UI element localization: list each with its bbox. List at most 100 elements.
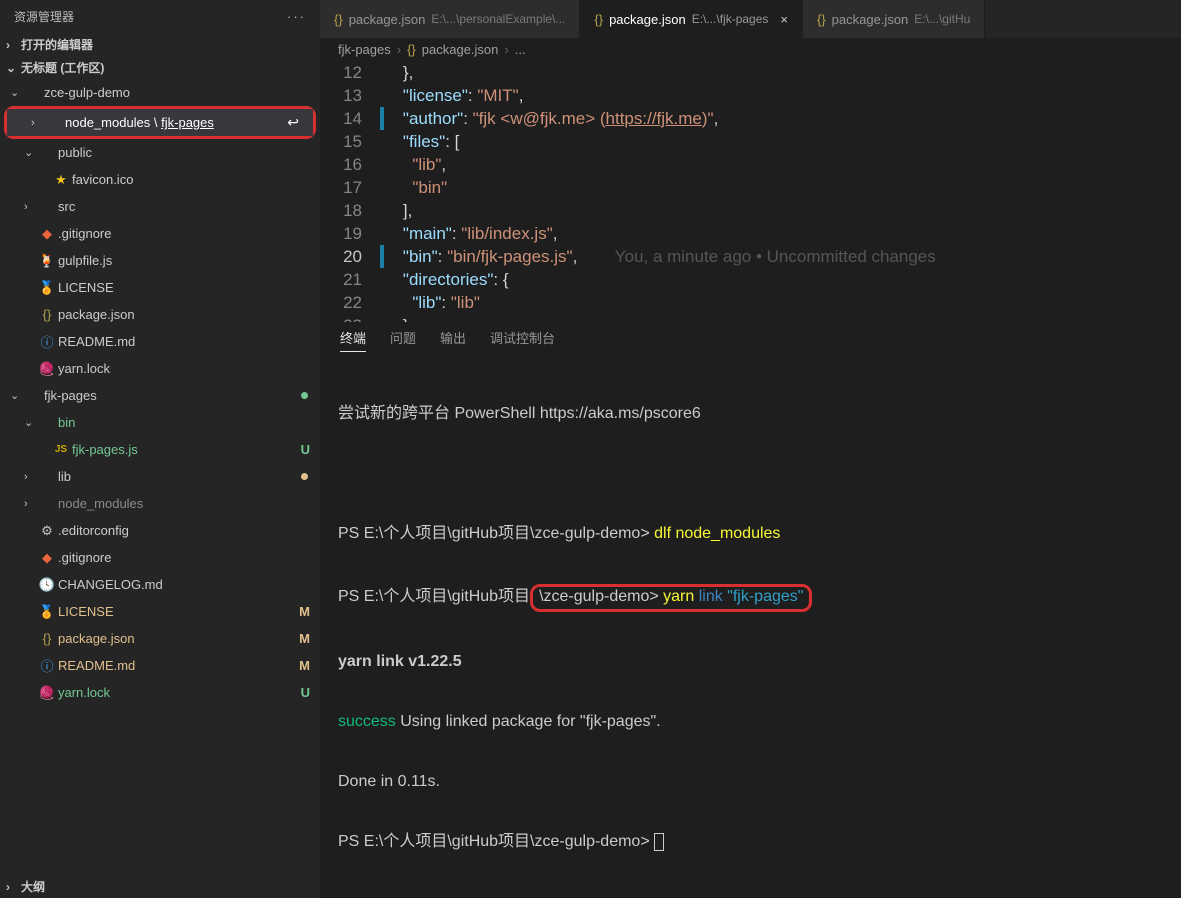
- file-item[interactable]: 🏅LICENSEM: [0, 598, 320, 625]
- panel-tab[interactable]: 终端: [340, 328, 366, 352]
- breadcrumb-file: package.json: [422, 42, 499, 57]
- terminal[interactable]: 尝试新的跨平台 PowerShell https://aka.ms/pscore…: [320, 358, 1181, 898]
- file-tree: ⌄ zce-gulp-demo ›node_modules \ fjk-pages↩…: [0, 79, 320, 875]
- breadcrumb[interactable]: fjk-pages › {} package.json › ...: [320, 38, 1181, 61]
- file-item[interactable]: JSfjk-pages.jsU: [0, 436, 320, 463]
- code-editor[interactable]: 1213141516171819202122232425262728293031…: [320, 61, 1181, 322]
- item-label: src: [58, 199, 320, 214]
- workspace-section[interactable]: ⌄ 无标题 (工作区): [0, 56, 320, 79]
- more-actions-icon[interactable]: ···: [287, 9, 306, 24]
- status-dot: [301, 473, 308, 480]
- file-item[interactable]: ⚙.editorconfig: [0, 517, 320, 544]
- file-item[interactable]: {}package.jsonM: [0, 625, 320, 652]
- chevron-icon: ⌄: [10, 86, 24, 99]
- breadcrumb-root: fjk-pages: [338, 42, 391, 57]
- folder-item[interactable]: ›node_modules: [0, 490, 320, 517]
- file-item[interactable]: 🕓CHANGELOG.md: [0, 571, 320, 598]
- terminal-line: PS E:\个人项目\gitHub项目\zce-gulp-demo>: [338, 832, 1163, 852]
- item-label: fjk-pages.js: [72, 442, 301, 457]
- file-item[interactable]: 🏅LICENSE: [0, 274, 320, 301]
- outline-section[interactable]: › 大纲: [0, 875, 320, 898]
- chevron-right-icon: ›: [504, 42, 508, 57]
- braces-icon: {}: [594, 12, 603, 27]
- file-item[interactable]: ◆.gitignore: [0, 544, 320, 571]
- chevron-down-icon: ⌄: [6, 61, 21, 75]
- tab-path: E:\...\fjk-pages: [692, 12, 769, 26]
- folder-item[interactable]: › src: [0, 193, 320, 220]
- open-editors-section[interactable]: › 打开的编辑器: [0, 33, 320, 56]
- item-label: yarn.lock: [58, 361, 320, 376]
- tab-title: package.json: [609, 12, 686, 27]
- terminal-line: [338, 464, 1163, 484]
- editor-tab[interactable]: {}package.jsonE:\...\personalExample\...: [320, 0, 580, 38]
- panel-tab[interactable]: 输出: [440, 328, 466, 352]
- scm-badge: M: [299, 658, 310, 673]
- clock-icon: 🕓: [38, 577, 56, 593]
- file-item[interactable]: {}package.json: [0, 301, 320, 328]
- file-item[interactable]: ◆.gitignore: [0, 220, 320, 247]
- chevron-icon: ⌄: [10, 389, 24, 402]
- yarn-icon: 🧶: [38, 361, 56, 377]
- terminal-line: 尝试新的跨平台 PowerShell https://aka.ms/pscore…: [338, 404, 1163, 424]
- explorer-header: 资源管理器 ···: [0, 0, 320, 33]
- terminal-line: Done in 0.11s.: [338, 772, 1163, 792]
- item-label: bin: [58, 415, 320, 430]
- folder-item[interactable]: ⌄ bin: [0, 409, 320, 436]
- file-item[interactable]: 🍹gulpfile.js: [0, 247, 320, 274]
- file-item[interactable]: 🧶yarn.lock: [0, 355, 320, 382]
- folder-item[interactable]: ›node_modules \ fjk-pages↩: [7, 109, 313, 136]
- file-item[interactable]: ⓘREADME.md: [0, 328, 320, 355]
- editor-tab[interactable]: {} package.json E:\...\fjk-pages ×: [580, 0, 803, 38]
- item-label: README.md: [58, 658, 299, 673]
- item-label: README.md: [58, 334, 320, 349]
- scm-badge: U: [301, 685, 310, 700]
- git-icon: ◆: [38, 226, 56, 242]
- gear-icon: ⚙: [38, 523, 56, 539]
- folder-item[interactable]: › lib: [0, 463, 320, 490]
- item-label: .gitignore: [58, 550, 320, 565]
- explorer-title: 资源管理器: [14, 8, 74, 25]
- yarn-icon: 🧶: [38, 685, 56, 701]
- item-label: lib: [58, 469, 301, 484]
- breadcrumb-more: ...: [515, 42, 526, 57]
- folder-item[interactable]: ⌄ zce-gulp-demo: [0, 79, 320, 106]
- item-label: .gitignore: [58, 226, 320, 241]
- git-icon: ◆: [38, 550, 56, 566]
- bottom-panel: 终端问题输出调试控制台 尝试新的跨平台 PowerShell https://a…: [320, 322, 1181, 898]
- braces-icon: {}: [817, 12, 826, 27]
- folder-item[interactable]: ⌄fjk-pages: [0, 382, 320, 409]
- line-numbers: 1213141516171819202122232425262728293031: [320, 61, 380, 322]
- close-icon[interactable]: ×: [780, 12, 788, 27]
- file-item[interactable]: 🧶yarn.lockU: [0, 679, 320, 706]
- chevron-right-icon: ›: [397, 42, 401, 57]
- chevron-right-icon: ›: [6, 38, 21, 52]
- file-item[interactable]: ★favicon.ico: [0, 166, 320, 193]
- gulp-icon: 🍹: [38, 253, 56, 269]
- panel-tab[interactable]: 问题: [390, 328, 416, 352]
- editor-tab[interactable]: {}package.jsonE:\...\gitHu: [803, 0, 985, 38]
- file-item[interactable]: ⓘREADME.mdM: [0, 652, 320, 679]
- terminal-line: PS E:\个人项目\gitHub项目\zce-gulp-demo> yarn …: [338, 584, 1163, 612]
- tab-path: E:\...\gitHu: [914, 12, 970, 26]
- item-label: package.json: [58, 307, 320, 322]
- folder-item[interactable]: ⌄public: [0, 139, 320, 166]
- chevron-icon: ⌄: [24, 416, 38, 429]
- braces-icon: {}: [38, 631, 56, 646]
- editor-tabs: {}package.jsonE:\...\personalExample\...…: [320, 0, 1181, 38]
- panel-tab[interactable]: 调试控制台: [490, 328, 555, 352]
- item-label: .editorconfig: [58, 523, 320, 538]
- chevron-icon: ›: [24, 498, 38, 510]
- workspace-label: 无标题 (工作区): [21, 59, 104, 76]
- terminal-line: success Using linked package for "fjk-pa…: [338, 712, 1163, 732]
- item-label: LICENSE: [58, 280, 320, 295]
- open-editors-label: 打开的编辑器: [21, 36, 93, 53]
- code-content[interactable]: }, "license": "MIT", "author": "fjk <w@f…: [384, 61, 1181, 322]
- item-label: LICENSE: [58, 604, 299, 619]
- chevron-icon: ›: [31, 117, 45, 129]
- item-label: zce-gulp-demo: [44, 85, 320, 100]
- item-label: favicon.ico: [72, 172, 320, 187]
- js-icon: JS: [52, 444, 70, 455]
- chevron-icon: ›: [24, 471, 38, 483]
- outline-label: 大纲: [21, 878, 45, 895]
- chevron-icon: ›: [24, 201, 38, 213]
